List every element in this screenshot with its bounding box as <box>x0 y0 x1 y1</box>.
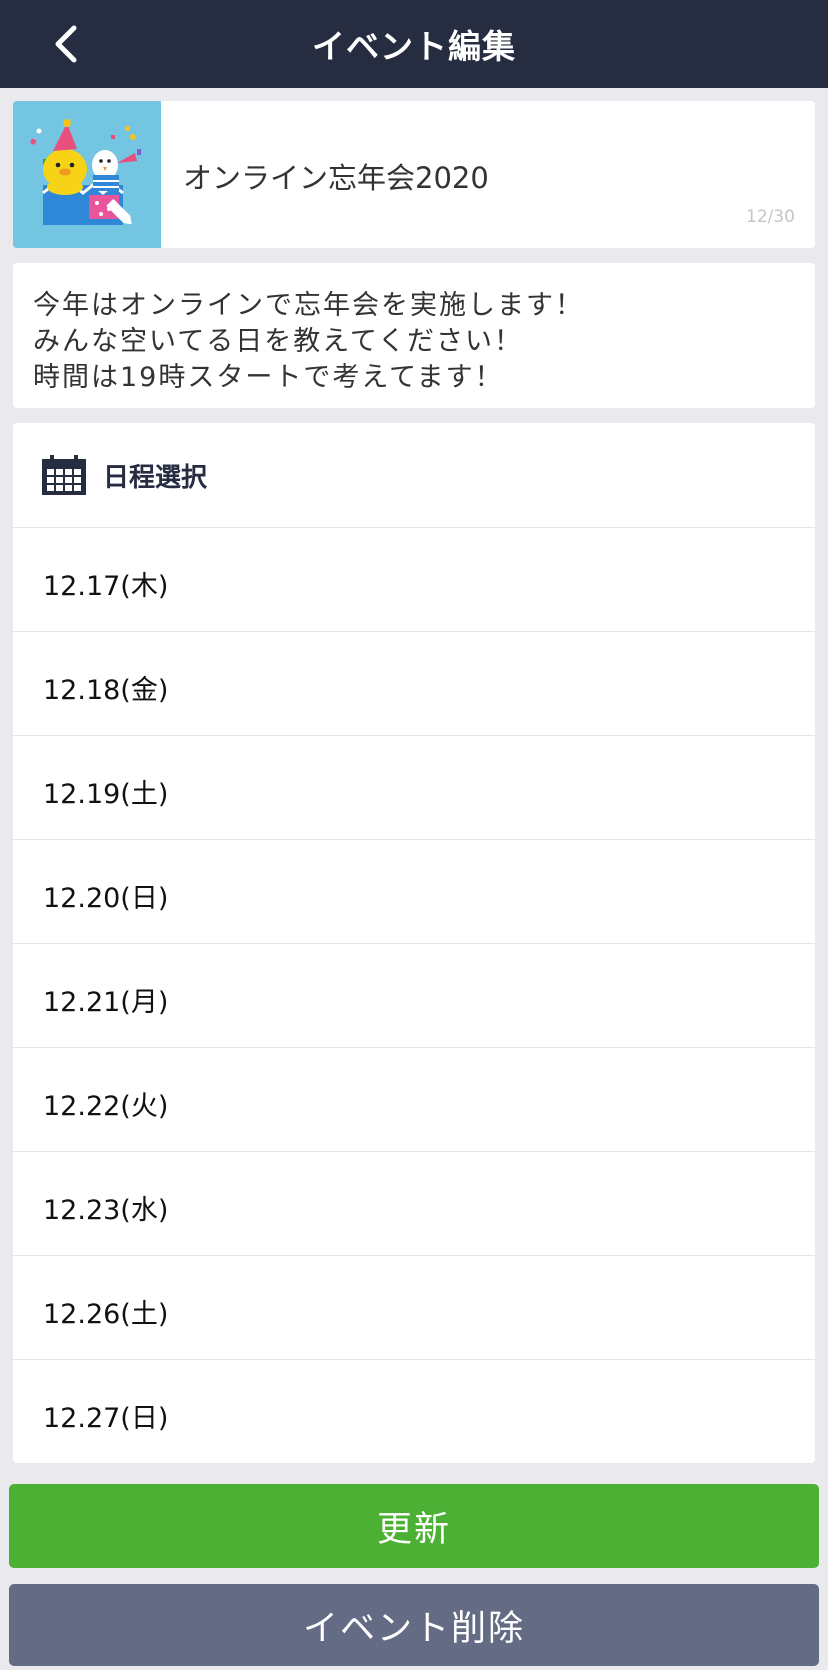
date-label: 12.26(土) <box>43 1299 169 1330</box>
date-row[interactable]: 12.26(土) <box>13 1256 815 1360</box>
char-count: 12/30 <box>746 207 795 227</box>
chevron-left-icon <box>55 25 77 63</box>
date-label: 12.18(金) <box>43 675 169 706</box>
delete-event-button[interactable]: イベント削除 <box>9 1584 819 1666</box>
date-row[interactable]: 12.17(木) <box>13 528 815 632</box>
event-title-input[interactable]: オンライン忘年会2020 <box>183 155 489 197</box>
page-title: イベント編集 <box>312 27 516 66</box>
description-line: みんな空いてる日を教えてください！ <box>33 326 524 357</box>
date-label: 12.19(土) <box>43 779 169 810</box>
date-label: 12.22(火) <box>43 1091 169 1122</box>
date-row[interactable]: 12.27(日) <box>13 1360 815 1463</box>
back-button[interactable] <box>38 14 94 74</box>
date-row[interactable]: 12.21(月) <box>13 944 815 1048</box>
header-bar: イベント編集 <box>0 0 828 88</box>
event-card: オンライン忘年会2020 12/30 <box>13 101 815 248</box>
schedule-header: 日程選択 <box>13 423 815 528</box>
schedule-title: 日程選択 <box>103 463 208 493</box>
date-row[interactable]: 12.19(土) <box>13 736 815 840</box>
schedule-card: 日程選択 12.17(木) 12.18(金) 12.19(土) 12.20(日)… <box>13 423 815 1463</box>
update-button[interactable]: 更新 <box>9 1484 819 1568</box>
event-thumbnail[interactable] <box>13 101 161 248</box>
date-row[interactable]: 12.22(火) <box>13 1048 815 1152</box>
description-card[interactable]: 今年はオンラインで忘年会を実施します！ みんな空いてる日を教えてください！ 時間… <box>13 263 815 408</box>
description-line: 今年はオンラインで忘年会を実施します！ <box>33 290 584 321</box>
date-label: 12.23(水) <box>43 1195 169 1226</box>
date-label: 12.21(月) <box>43 987 169 1018</box>
date-label: 12.20(日) <box>43 883 169 914</box>
date-label: 12.17(木) <box>43 571 169 602</box>
party-characters-image <box>13 101 161 248</box>
calendar-icon <box>42 455 86 495</box>
date-row[interactable]: 12.20(日) <box>13 840 815 944</box>
description-line: 時間は19時スタートで考えてます！ <box>33 362 504 393</box>
date-label: 12.27(日) <box>43 1403 169 1434</box>
date-row[interactable]: 12.18(金) <box>13 632 815 736</box>
date-row[interactable]: 12.23(水) <box>13 1152 815 1256</box>
